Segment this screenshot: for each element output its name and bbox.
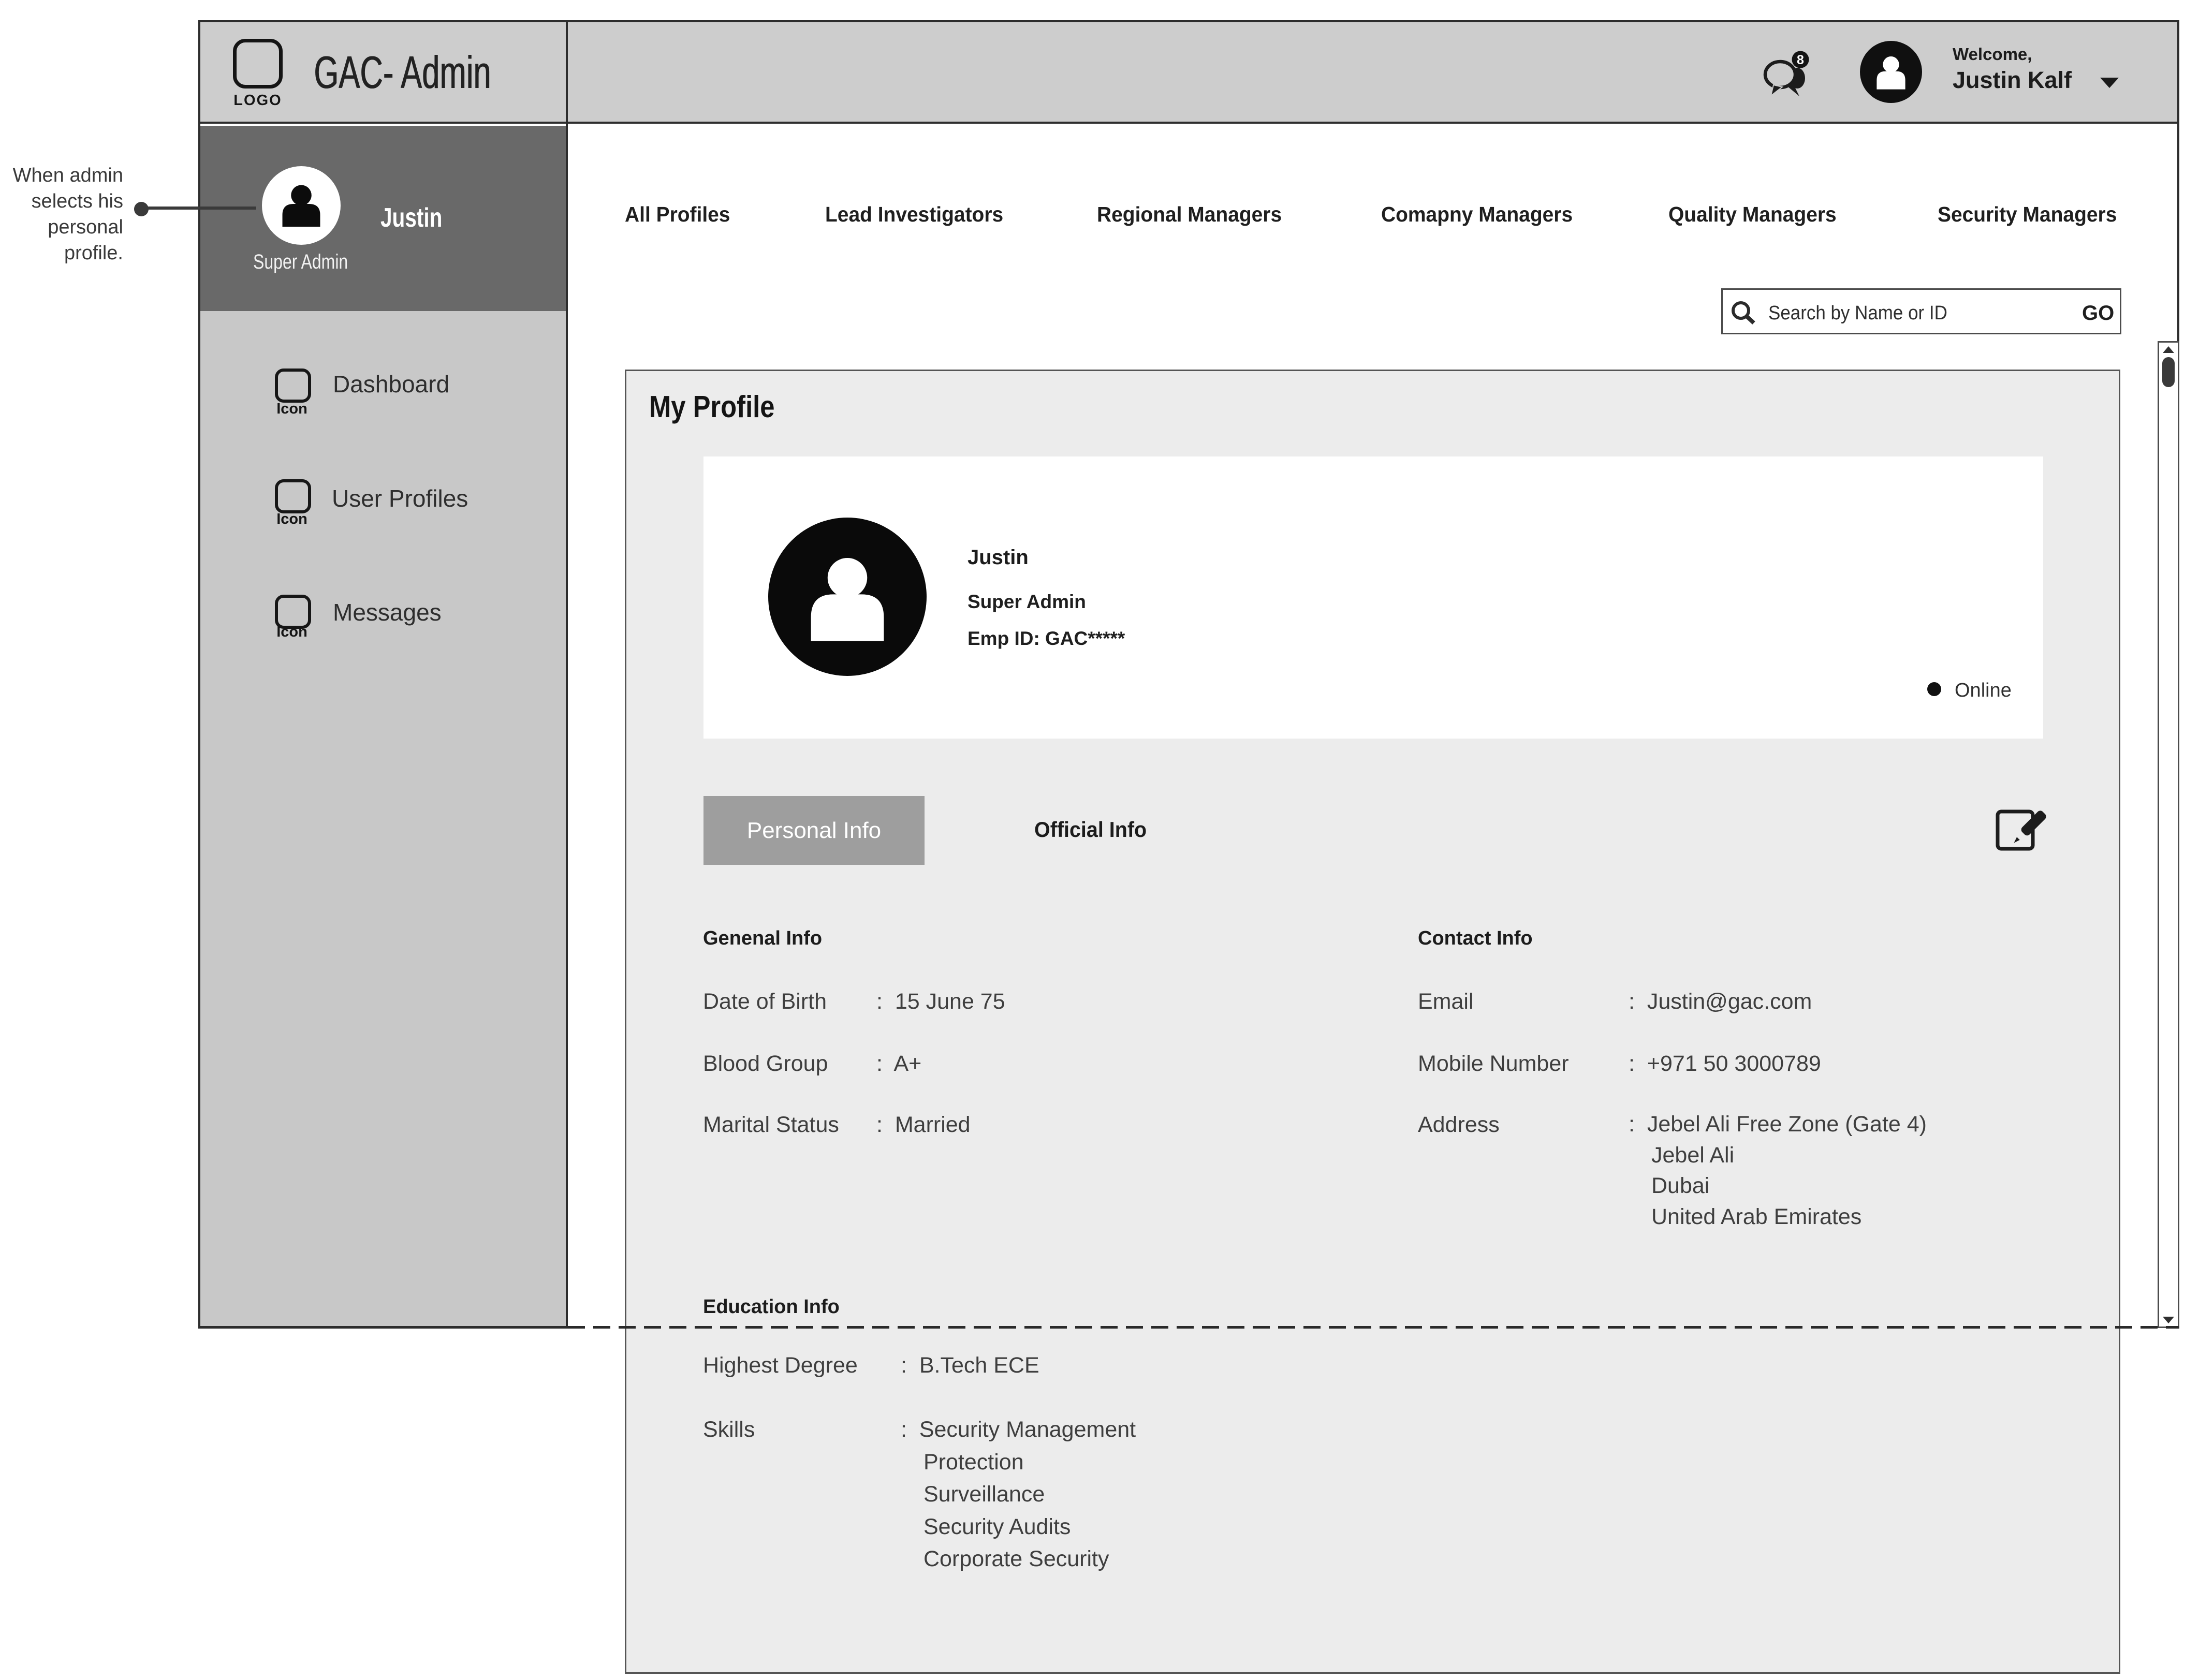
svg-text:8: 8 bbox=[1797, 53, 1804, 67]
